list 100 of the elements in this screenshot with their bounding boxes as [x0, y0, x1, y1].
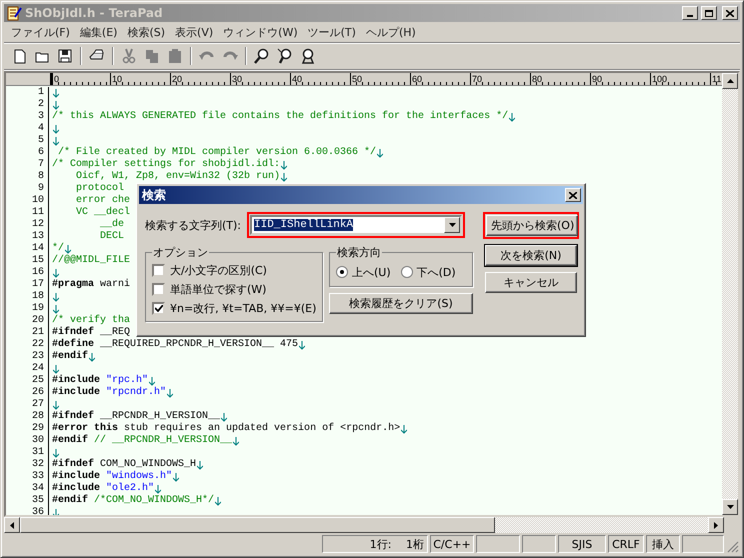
line-number: 20 [30, 315, 44, 327]
ruler-number: 10 [112, 74, 122, 84]
horizontal-scrollbar[interactable] [4, 517, 724, 533]
code-text: #endif [52, 435, 88, 447]
dialog-button[interactable]: 次を検索(N) [485, 245, 577, 266]
radio-button[interactable] [400, 266, 413, 278]
line-number: 23 [30, 351, 44, 363]
code-text: stub requires an updated version of <rpcndr.h> [123, 423, 400, 435]
code-text: #ifndef [52, 411, 94, 423]
ruler-number: 90 [592, 74, 602, 84]
status-panel [522, 535, 556, 553]
check-icon [154, 305, 162, 312]
line-number: 13 [30, 231, 44, 243]
line-number: 4 [36, 123, 44, 135]
code-text: #include [52, 471, 100, 482]
line-number: 27 [30, 399, 44, 411]
code-text: VC __decl [75, 207, 130, 218]
menu-item[interactable]: ヘルプ(H) [360, 24, 421, 40]
ruler-number: 0 [54, 74, 60, 84]
ruler-number: 80 [532, 74, 542, 84]
code-text: #pragma [52, 279, 94, 291]
code-text: /* File created by MIDL compiler version 6.00.0366 */ [57, 147, 376, 158]
line-number: 6 [36, 147, 44, 159]
up-arrow-icon [726, 79, 734, 83]
menu-item[interactable]: ウィンドウ(W) [218, 24, 303, 40]
status-field: C/C++ [430, 535, 474, 553]
radio-button[interactable] [336, 266, 348, 278]
code-text: __REQ [99, 327, 130, 339]
line-number: 2 [36, 99, 44, 111]
code-text: #include [52, 483, 100, 494]
line-number: 16 [30, 267, 44, 279]
line-number: 29 [30, 423, 44, 435]
menu-item[interactable]: ツール(T) [302, 24, 361, 40]
line-number: 5 [36, 135, 44, 147]
menu-item[interactable]: 表示(V) [170, 24, 218, 40]
status-field: SJIS [558, 535, 606, 553]
ruler-number: 50 [352, 74, 362, 84]
code-text: "ole2.h" [105, 483, 154, 494]
scissors-icon [121, 48, 137, 64]
code-text: /* verify tha [52, 315, 130, 326]
line-number: 18 [30, 291, 44, 303]
vertical-scrollbar[interactable] [722, 73, 738, 515]
close-icon [726, 10, 734, 16]
line-number: 3 [36, 111, 44, 123]
code-text: /*COM_NO_WINDOWS_H*/ [93, 495, 214, 507]
checkbox[interactable] [152, 283, 165, 296]
ruler-number: 30 [232, 74, 242, 84]
dialog-button[interactable]: 先頭から検索(O) [486, 215, 578, 236]
line-number: 25 [30, 375, 44, 387]
resize-grip-icon [727, 541, 739, 553]
group-title: 検索方向 [336, 245, 382, 260]
line-number: 31 [30, 447, 44, 459]
code-text: /* Compiler settings for shobjidl.idl: [52, 159, 280, 170]
checkbox[interactable] [152, 302, 165, 315]
right-arrow-icon [714, 522, 718, 528]
line-number: 11 [30, 207, 44, 219]
line-number: 28 [30, 411, 44, 423]
line-number: 34 [30, 483, 44, 495]
line-number: 22 [30, 339, 44, 351]
code-text: #ifndef [52, 327, 94, 338]
dropdown-button[interactable] [444, 217, 460, 233]
code-text: "windows.h" [105, 471, 172, 482]
line-number: 7 [36, 159, 44, 171]
code-text: warni [99, 279, 130, 291]
down-arrow-icon [726, 505, 734, 509]
notepad-icon [6, 5, 22, 21]
checkbox[interactable] [152, 264, 165, 277]
code-text: */ [52, 243, 64, 254]
pages-icon [144, 48, 160, 64]
code-text: this [93, 423, 118, 434]
radio-label: 上へ(U) [352, 264, 391, 280]
code-text: "rpc.h" [105, 375, 148, 386]
code-text: //@@MIDL_FILE [52, 255, 130, 267]
menu-item[interactable]: 検索(S) [122, 24, 170, 40]
code-text: protocol [75, 183, 124, 194]
line-number: 35 [30, 495, 44, 507]
left-arrow-icon [10, 522, 14, 528]
close-icon [569, 192, 577, 198]
line-number: 1 [36, 87, 44, 99]
menu-item[interactable]: 編集(E) [74, 24, 122, 40]
search-combobox[interactable]: IID_IShellLinkA [250, 215, 462, 235]
close-button[interactable] [565, 188, 581, 202]
menu-item[interactable]: ファイル(F) [6, 24, 75, 40]
dialog-title: 検索 [140, 186, 166, 204]
dialog-button[interactable]: キャンセル [485, 272, 577, 293]
ruler-number: 70 [472, 74, 482, 84]
clipboard-icon [167, 48, 183, 64]
line-number: 15 [30, 255, 44, 267]
status-field: 1行: 1桁 [322, 535, 428, 553]
line-number: 17 [30, 279, 44, 291]
code-text: #error [52, 423, 88, 434]
clear-history-button[interactable]: 検索履歴をクリア(S) [329, 293, 473, 314]
group-title: オプション [152, 245, 209, 260]
ruler-number: 11 [712, 74, 722, 84]
code-text: __RPCNDR_H_VERSION__ [99, 411, 220, 422]
code-text: error che [75, 195, 130, 206]
line-number: 30 [30, 435, 44, 447]
checkbox-label: 単語単位で探す(W) [170, 282, 266, 297]
caret-icon [448, 223, 456, 227]
code-text: #endif [52, 495, 88, 507]
